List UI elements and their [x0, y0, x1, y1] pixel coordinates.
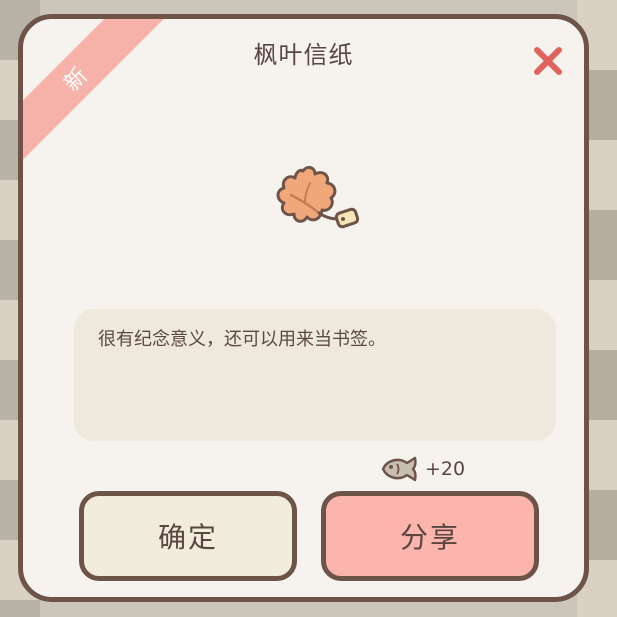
confirm-button[interactable]: 确定 — [79, 491, 297, 581]
close-button[interactable] — [528, 41, 568, 81]
close-icon — [534, 47, 562, 75]
reward-amount: +20 — [425, 458, 466, 480]
item-dialog: 新 枫叶信纸 很有纪念意义，还可以用来当书签。 +20 确定 分享 — [18, 14, 589, 602]
item-description: 很有纪念意义，还可以用来当书签。 — [98, 329, 386, 350]
share-button[interactable]: 分享 — [321, 491, 539, 581]
description-box: 很有纪念意义，还可以用来当书签。 — [74, 309, 556, 441]
game-scene: 新 枫叶信纸 很有纪念意义，还可以用来当书签。 +20 确定 分享 — [0, 0, 617, 617]
fish-icon — [381, 456, 417, 482]
reward-indicator: +20 — [379, 453, 465, 485]
dialog-title: 枫叶信纸 — [253, 41, 354, 69]
maple-leaf-letter-icon — [267, 161, 367, 241]
